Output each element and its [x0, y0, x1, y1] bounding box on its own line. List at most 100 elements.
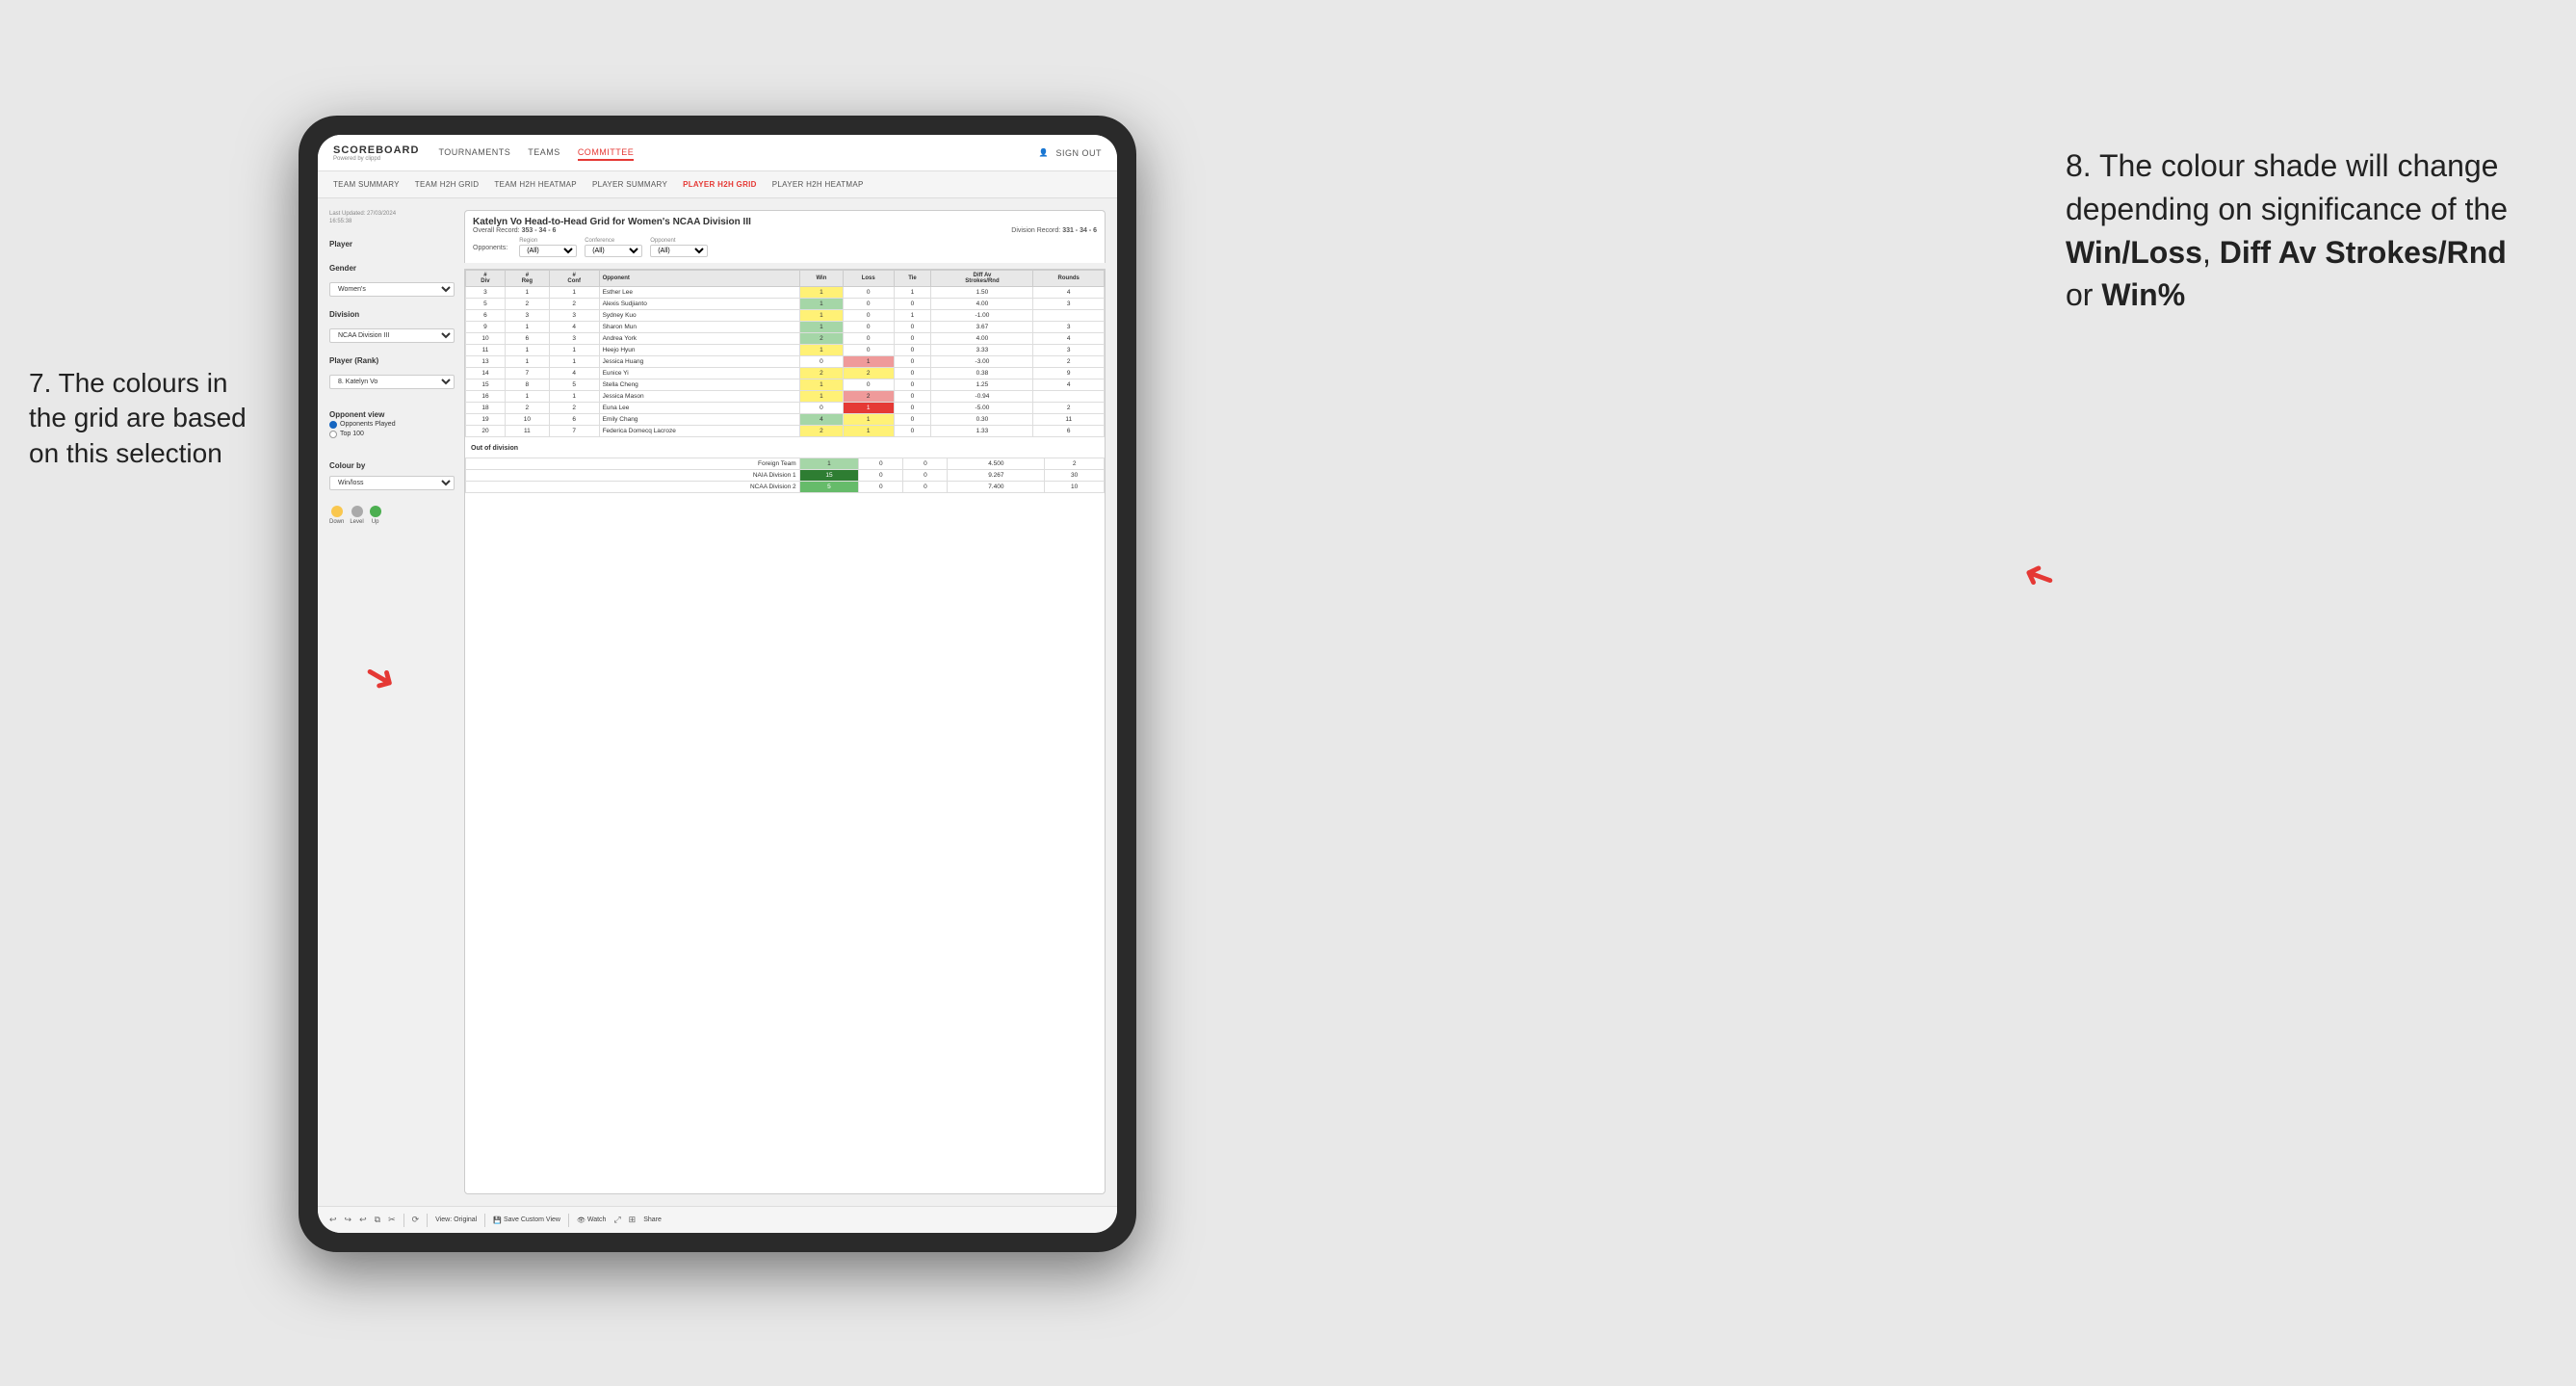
conference-select[interactable]: (All)	[585, 245, 642, 257]
cell-diff: 1.33	[931, 426, 1033, 437]
right-panel: Katelyn Vo Head-to-Head Grid for Women's…	[464, 210, 1106, 1194]
ood-loss: 0	[859, 482, 903, 493]
ood-rounds: 10	[1045, 482, 1105, 493]
cell-win: 0	[799, 403, 843, 414]
ood-win: 5	[799, 482, 859, 493]
cell-loss: 2	[843, 391, 894, 403]
tab-team-summary[interactable]: TEAM SUMMARY	[333, 180, 400, 189]
cell-rounds: 3	[1033, 345, 1105, 356]
ood-loss: 0	[859, 470, 903, 482]
cell-win: 1	[799, 379, 843, 391]
cell-reg: 2	[505, 299, 549, 310]
tablet-frame: SCOREBOARD Powered by clippd TOURNAMENTS…	[299, 116, 1136, 1252]
sign-out-button[interactable]: Sign out	[1055, 146, 1102, 160]
cell-win: 2	[799, 333, 843, 345]
table-row: 6 3 3 Sydney Kuo 1 0 1 -1.00	[466, 310, 1105, 322]
copy-icon[interactable]: ⧉	[375, 1215, 380, 1225]
table-row: 10 6 3 Andrea York 2 0 0 4.00 4	[466, 333, 1105, 345]
refresh-icon[interactable]: ⟳	[412, 1215, 420, 1225]
tab-team-h2h-heatmap[interactable]: TEAM H2H HEATMAP	[494, 180, 577, 189]
gender-select[interactable]: Women's	[329, 282, 455, 297]
cell-opponent: Federica Domecq Lacroze	[599, 426, 799, 437]
legend-row: Down Level Up	[329, 506, 455, 525]
ood-rounds: 30	[1045, 470, 1105, 482]
cell-opponent: Emily Chang	[599, 414, 799, 426]
out-of-division-table: Foreign Team 1 0 0 4.500 2 NAIA Division…	[465, 458, 1105, 493]
nav-committee[interactable]: COMMITTEE	[578, 145, 635, 161]
cell-conf: 6	[549, 414, 599, 426]
tab-player-h2h-heatmap[interactable]: PLAYER H2H HEATMAP	[772, 180, 864, 189]
redo-icon[interactable]: ↪	[345, 1215, 352, 1225]
cell-opponent: Eunice Yi	[599, 368, 799, 379]
logo-sub: Powered by clippd	[333, 156, 419, 162]
cut-icon[interactable]: ✂	[388, 1215, 396, 1225]
table-row: 9 1 4 Sharon Mun 1 0 0 3.67 3	[466, 322, 1105, 333]
cell-diff: 3.33	[931, 345, 1033, 356]
cell-conf: 7	[549, 426, 599, 437]
radio-opponents-played[interactable]: Opponents Played	[329, 421, 455, 429]
nav-teams[interactable]: TEAMS	[528, 145, 560, 161]
toolbar-sep3	[484, 1214, 485, 1227]
cell-loss: 1	[843, 414, 894, 426]
cell-div: 6	[466, 310, 506, 322]
col-diff: Diff AvStrokes/Rnd	[931, 271, 1033, 287]
region-select[interactable]: (All)	[519, 245, 577, 257]
share-btn[interactable]: Share	[643, 1216, 662, 1223]
conference-filter: Conference (All)	[585, 238, 642, 257]
division-select[interactable]: NCAA Division III	[329, 328, 455, 343]
cell-opponent: Alexis Sudjianto	[599, 299, 799, 310]
undo2-icon[interactable]: ↩	[359, 1215, 367, 1225]
cell-win: 1	[799, 299, 843, 310]
cell-reg: 1	[505, 356, 549, 368]
opponent-filter: Opponent (All)	[650, 238, 708, 257]
player-rank-select[interactable]: 8. Katelyn Vo	[329, 375, 455, 389]
tab-player-h2h-grid[interactable]: PLAYER H2H GRID	[683, 180, 757, 189]
opponent-select[interactable]: (All)	[650, 245, 708, 257]
cell-opponent: Heejo Hyun	[599, 345, 799, 356]
cell-loss: 1	[843, 403, 894, 414]
player-section-label: Player	[329, 240, 455, 248]
nav-tournaments[interactable]: TOURNAMENTS	[438, 145, 510, 161]
view-original-btn[interactable]: View: Original	[435, 1216, 477, 1223]
grid-icon[interactable]: ⊞	[629, 1215, 637, 1225]
col-reg: #Reg	[505, 271, 549, 287]
tab-player-summary[interactable]: PLAYER SUMMARY	[592, 180, 667, 189]
tab-team-h2h-grid[interactable]: TEAM H2H GRID	[415, 180, 480, 189]
cell-diff: -0.94	[931, 391, 1033, 403]
cell-rounds: 3	[1033, 299, 1105, 310]
ood-tie: 0	[903, 470, 948, 482]
out-of-division-label: Out of division	[465, 441, 1105, 456]
colour-by-select[interactable]: Win/loss	[329, 476, 455, 490]
ood-diff: 9.267	[948, 470, 1045, 482]
arrow-right: ➜	[2017, 550, 2063, 603]
cell-reg: 3	[505, 310, 549, 322]
cell-tie: 0	[894, 414, 931, 426]
gender-label: Gender	[329, 264, 455, 273]
cell-loss: 0	[843, 333, 894, 345]
expand-icon[interactable]: ⤢	[613, 1215, 620, 1225]
table-row: 13 1 1 Jessica Huang 0 1 0 -3.00 2	[466, 356, 1105, 368]
save-custom-btn[interactable]: 💾 Save Custom View	[493, 1216, 560, 1224]
tablet-screen: SCOREBOARD Powered by clippd TOURNAMENTS…	[318, 135, 1117, 1233]
cell-reg: 2	[505, 403, 549, 414]
cell-reg: 1	[505, 287, 549, 299]
cell-tie: 1	[894, 310, 931, 322]
cell-diff: 1.50	[931, 287, 1033, 299]
cell-loss: 0	[843, 310, 894, 322]
cell-div: 10	[466, 333, 506, 345]
radio-top100[interactable]: Top 100	[329, 431, 455, 438]
legend-dot-up	[370, 506, 381, 517]
cell-conf: 4	[549, 368, 599, 379]
cell-reg: 1	[505, 322, 549, 333]
undo-icon[interactable]: ↩	[329, 1215, 337, 1225]
watch-btn[interactable]: 👁 Watch	[577, 1216, 606, 1224]
col-rounds: Rounds	[1033, 271, 1105, 287]
cell-opponent: Jessica Mason	[599, 391, 799, 403]
cell-conf: 3	[549, 333, 599, 345]
cell-loss: 1	[843, 356, 894, 368]
legend-dot-down	[331, 506, 343, 517]
header-right: 👤 Sign out	[1039, 146, 1102, 160]
ood-table-row: NAIA Division 1 15 0 0 9.267 30	[466, 470, 1105, 482]
colour-by-label: Colour by	[329, 461, 455, 470]
cell-reg: 10	[505, 414, 549, 426]
